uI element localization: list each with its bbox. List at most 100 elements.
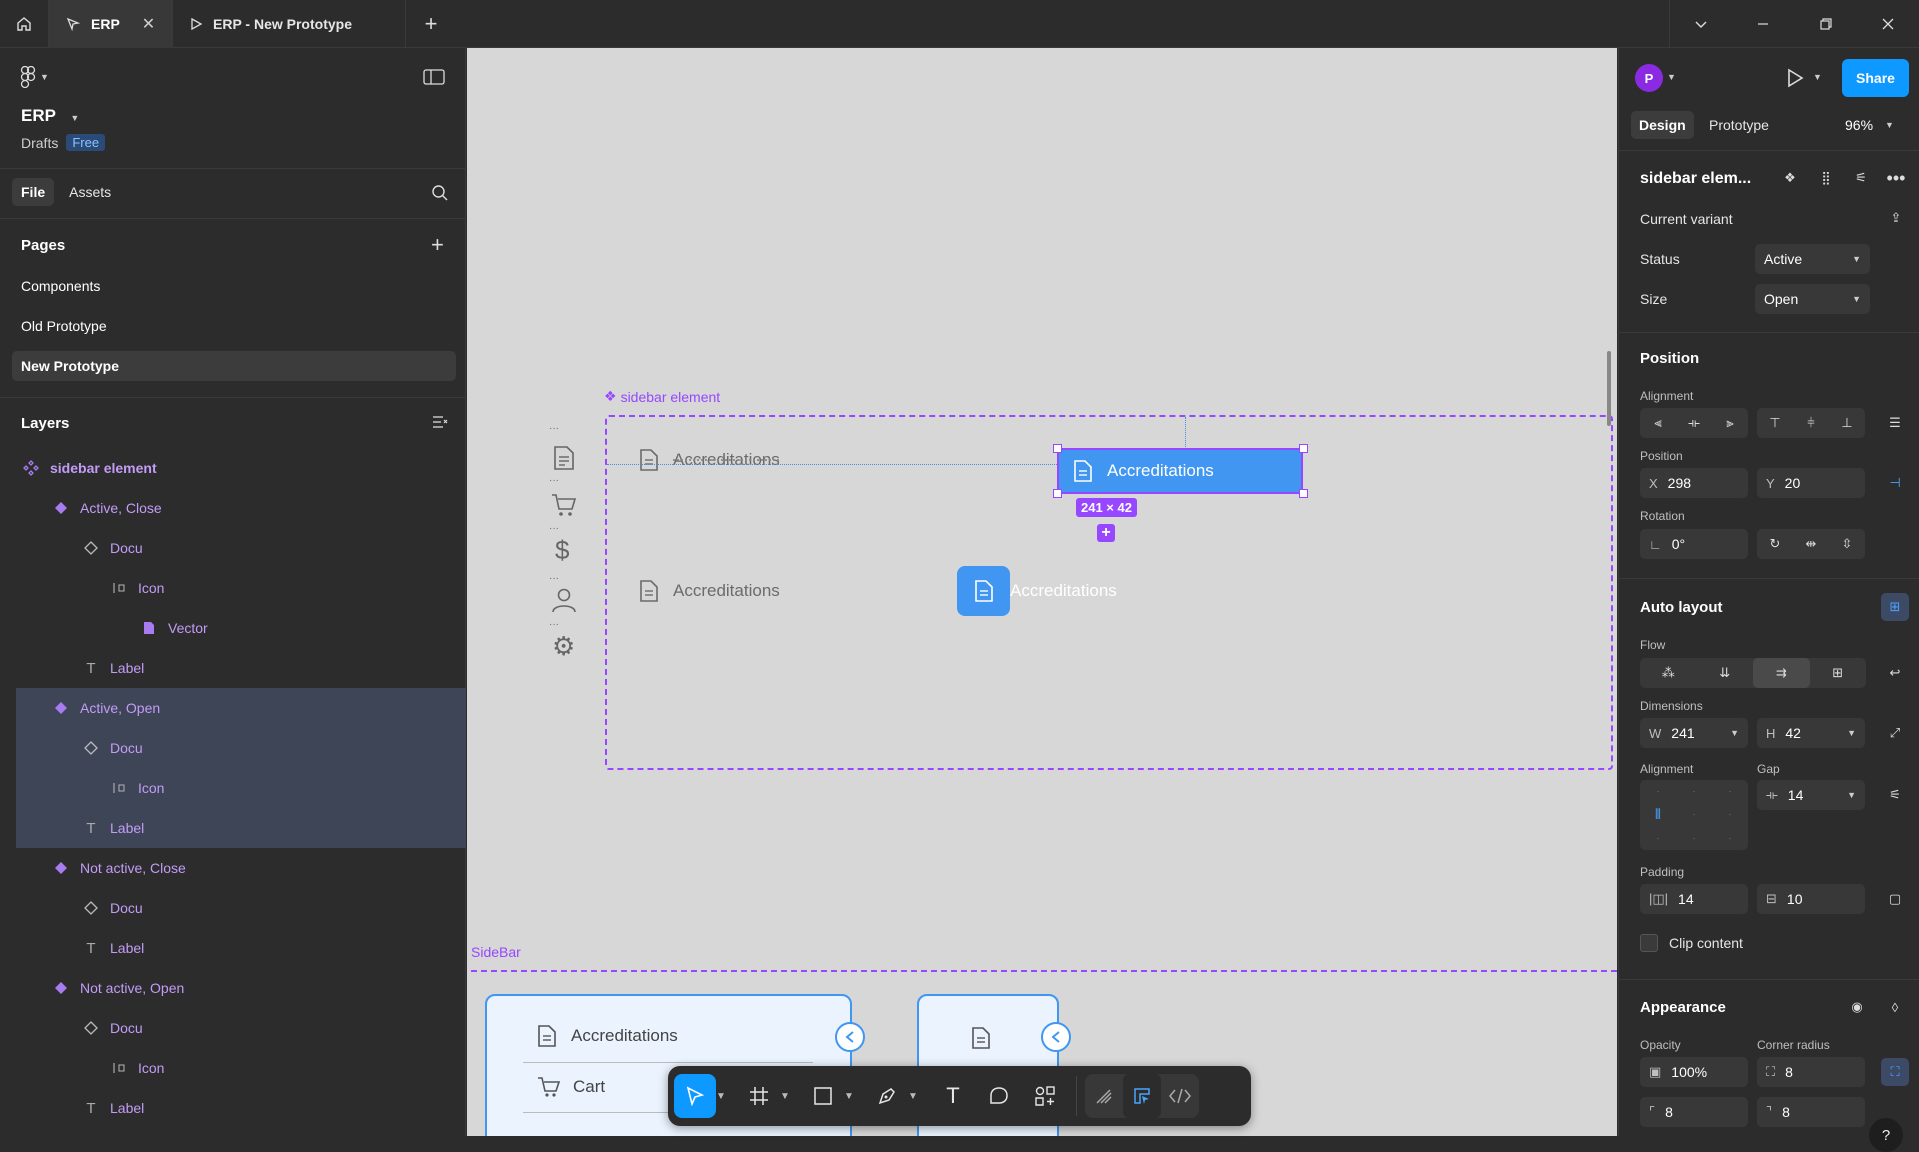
corner-radius-input[interactable]: ⛶ 8 bbox=[1757, 1057, 1865, 1087]
tab-file[interactable]: File bbox=[12, 178, 55, 206]
blend-mode-button[interactable]: ◊ bbox=[1881, 993, 1909, 1021]
layer-active-open[interactable]: Active, Open bbox=[16, 688, 466, 728]
new-tab-button[interactable]: + bbox=[406, 0, 456, 48]
tab-assets[interactable]: Assets bbox=[60, 178, 120, 206]
y-input[interactable]: Y 20 bbox=[1757, 468, 1865, 498]
wrap-button[interactable]: ↩ bbox=[1881, 659, 1909, 687]
canvas[interactable]: ❖ sidebar element ··· ··· ··· $ ··· ··· … bbox=[467, 48, 1617, 1136]
independent-corners-button[interactable]: ⛶ bbox=[1881, 1058, 1909, 1086]
align-middle-icon[interactable]: ⫩ bbox=[1793, 408, 1829, 438]
instance-grid-button[interactable]: ⣿ bbox=[1812, 164, 1840, 192]
main-menu-button[interactable]: ▼ bbox=[20, 66, 49, 88]
search-button[interactable] bbox=[431, 184, 449, 205]
variant-accreditations-bottom-left[interactable]: Accreditations bbox=[639, 579, 780, 603]
resize-handle[interactable] bbox=[1299, 489, 1308, 498]
chevron-down-icon[interactable]: ▼ bbox=[1813, 72, 1822, 82]
flow-freeform-icon[interactable]: ⁂ bbox=[1640, 658, 1697, 688]
chevron-down-icon[interactable]: ▼ bbox=[780, 1091, 796, 1102]
flip-vertical-icon[interactable]: ⇳ bbox=[1829, 529, 1865, 559]
draw-mode-button[interactable] bbox=[1085, 1074, 1123, 1118]
layer-active-close[interactable]: Active, Close bbox=[16, 488, 466, 528]
variant-accreditations-top-left[interactable]: Accreditations bbox=[639, 448, 780, 472]
layer-label-text[interactable]: T Label bbox=[16, 1088, 466, 1128]
frame-label-sidebar[interactable]: SideBar bbox=[471, 944, 521, 960]
text-tool[interactable]: T bbox=[930, 1074, 976, 1118]
close-icon[interactable]: ✕ bbox=[142, 14, 155, 34]
align-left-icon[interactable]: ⫷ bbox=[1640, 408, 1676, 438]
padding-vertical-input[interactable]: ⊟ 10 bbox=[1757, 884, 1865, 914]
upload-variant-button[interactable]: ⇪ bbox=[1882, 204, 1910, 232]
align-dot[interactable]: · bbox=[1676, 810, 1712, 819]
layer-docu[interactable]: Docu bbox=[16, 528, 466, 568]
layer-label-text[interactable]: T Label bbox=[16, 928, 466, 968]
autolayout-settings-button[interactable]: ⊞ bbox=[1881, 593, 1909, 621]
alignment-grid[interactable]: · · · ⦀ · · · · · bbox=[1640, 780, 1748, 850]
design-mode-button[interactable] bbox=[1123, 1074, 1161, 1118]
move-tool[interactable] bbox=[674, 1074, 716, 1118]
individual-padding-button[interactable]: ▢ bbox=[1881, 885, 1909, 913]
expand-button[interactable] bbox=[1041, 1022, 1071, 1052]
corner-top-left-input[interactable]: ⌜ 8 bbox=[1640, 1097, 1748, 1127]
opacity-input[interactable]: ▣ 100% bbox=[1640, 1057, 1748, 1087]
layer-label-text[interactable]: T Label bbox=[16, 808, 466, 848]
more-options-button[interactable]: ••• bbox=[1882, 164, 1910, 192]
layer-icon[interactable]: Icon bbox=[16, 1048, 466, 1088]
distribute-button[interactable]: ☰ bbox=[1881, 409, 1909, 437]
layer-docu[interactable]: Docu bbox=[16, 728, 466, 768]
layer-sidebar-element[interactable]: sidebar element bbox=[16, 448, 466, 488]
align-dot[interactable]: · bbox=[1640, 834, 1676, 843]
align-top-icon[interactable]: ⊤ bbox=[1757, 408, 1793, 438]
align-dot[interactable]: · bbox=[1712, 834, 1748, 843]
resize-to-fit-button[interactable]: ⤢ bbox=[1881, 719, 1909, 747]
add-variant-button[interactable]: + bbox=[1097, 524, 1115, 542]
chevron-down-icon[interactable]: ▼ bbox=[844, 1091, 860, 1102]
zoom-level[interactable]: 96% ▼ bbox=[1845, 117, 1894, 133]
chevron-down-icon[interactable]: ▼ bbox=[1667, 72, 1676, 82]
layers-options-button[interactable] bbox=[431, 414, 449, 433]
canvas-scrollbar[interactable] bbox=[1607, 351, 1611, 426]
align-dot[interactable]: · bbox=[1676, 834, 1712, 843]
go-to-main-component-button[interactable]: ❖ bbox=[1776, 164, 1804, 192]
align-center-h-icon[interactable]: ⟛ bbox=[1676, 408, 1712, 438]
sidebar-item-cart[interactable]: Cart bbox=[537, 1076, 605, 1098]
variant-active-close[interactable] bbox=[957, 566, 1010, 616]
sidebar-item-accreditations[interactable]: Accreditations bbox=[537, 1024, 678, 1048]
clip-content-checkbox[interactable] bbox=[1640, 934, 1658, 952]
layer-not-active-open[interactable]: Not active, Open bbox=[16, 968, 466, 1008]
chevron-down-icon[interactable]: ▼ bbox=[908, 1091, 924, 1102]
component-label[interactable]: ❖ sidebar element bbox=[604, 388, 720, 405]
tabs-menu-button[interactable] bbox=[1670, 0, 1732, 48]
align-dot[interactable]: · bbox=[1712, 810, 1748, 819]
tab-design[interactable]: Design bbox=[1631, 111, 1694, 139]
x-input[interactable]: X 298 bbox=[1640, 468, 1748, 498]
layer-icon[interactable]: Icon bbox=[16, 568, 466, 608]
layer-docu[interactable]: Docu bbox=[16, 1008, 466, 1048]
rotation-input[interactable]: ∟ 0° bbox=[1640, 529, 1748, 559]
help-button[interactable]: ? bbox=[1869, 1118, 1903, 1152]
align-bottom-icon[interactable]: ⊥ bbox=[1829, 408, 1865, 438]
minimize-button[interactable] bbox=[1732, 0, 1794, 48]
rectangle-tool[interactable] bbox=[802, 1074, 844, 1118]
align-dot[interactable]: · bbox=[1712, 787, 1748, 796]
visibility-button[interactable]: ◉ bbox=[1843, 993, 1871, 1021]
align-dot[interactable]: · bbox=[1640, 787, 1676, 796]
page-old-prototype[interactable]: Old Prototype bbox=[12, 311, 456, 341]
window-close-button[interactable] bbox=[1857, 0, 1919, 48]
padding-horizontal-input[interactable]: |◫| 14 bbox=[1640, 884, 1748, 914]
layer-label-text[interactable]: T Label bbox=[16, 648, 466, 688]
layer-docu[interactable]: Docu bbox=[16, 888, 466, 928]
resize-handle[interactable] bbox=[1299, 444, 1308, 453]
add-page-button[interactable]: + bbox=[431, 232, 444, 258]
flow-grid-icon[interactable]: ⊞ bbox=[1810, 658, 1867, 688]
layer-icon[interactable]: Icon bbox=[16, 768, 466, 808]
restore-button[interactable] bbox=[1795, 0, 1857, 48]
page-components[interactable]: Components bbox=[12, 271, 456, 301]
share-button[interactable]: Share bbox=[1842, 59, 1909, 97]
chevron-down-icon[interactable]: ▼ bbox=[716, 1091, 732, 1102]
tab-prototype[interactable]: Prototype bbox=[1709, 117, 1769, 133]
resize-handle[interactable] bbox=[1053, 489, 1062, 498]
collapse-button[interactable] bbox=[835, 1022, 865, 1052]
actions-tool[interactable] bbox=[1022, 1074, 1068, 1118]
file-name[interactable]: ERP ▼ bbox=[21, 106, 79, 126]
home-button[interactable] bbox=[0, 0, 49, 48]
